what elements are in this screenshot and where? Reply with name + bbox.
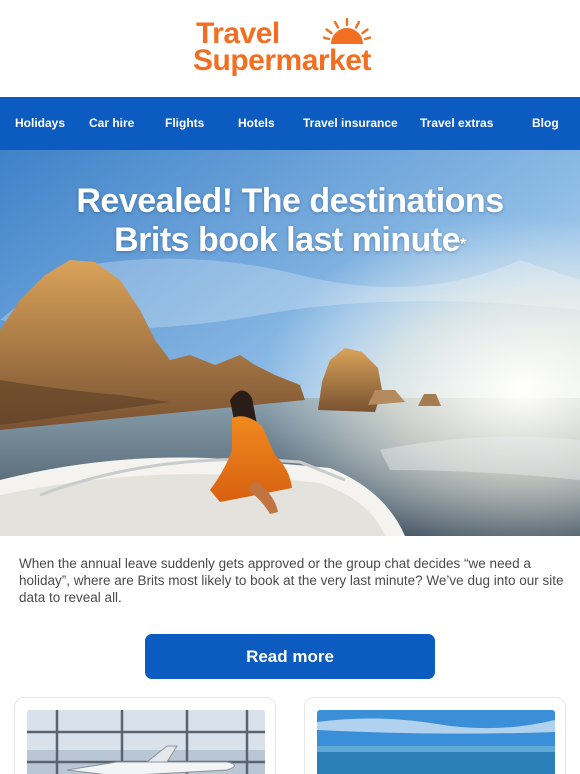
- airport-image: [27, 710, 265, 774]
- logo-text-supermarket: Supermarket: [193, 44, 371, 77]
- hero-title: Revealed! The destinations Brits book la…: [0, 182, 580, 260]
- travelsupermarket-logo[interactable]: Travel Supermarket: [193, 18, 388, 78]
- nav-hotels[interactable]: Hotels: [238, 97, 275, 150]
- article-card-airport[interactable]: [14, 697, 276, 774]
- coast-image: [317, 710, 555, 774]
- hero-title-line-2-text: Brits book last minute: [114, 221, 461, 259]
- hero-banner[interactable]: Revealed! The destinations Brits book la…: [0, 150, 580, 536]
- sun-icon: [323, 18, 371, 44]
- nav-flights[interactable]: Flights: [165, 97, 204, 150]
- read-more-button[interactable]: Read more: [145, 634, 435, 679]
- nav-car-hire[interactable]: Car hire: [89, 97, 134, 150]
- hero-title-line-1: Revealed! The destinations: [76, 182, 504, 220]
- intro-paragraph: When the annual leave suddenly gets appr…: [19, 556, 564, 605]
- nav-blog[interactable]: Blog: [532, 97, 559, 150]
- hero-title-line-2: Brits book last minute*: [0, 221, 580, 260]
- email-header: Travel Supermarket: [0, 0, 580, 97]
- nav-travel-insurance[interactable]: Travel insurance: [303, 97, 398, 150]
- article-card-coast[interactable]: [304, 697, 566, 774]
- nav-travel-extras[interactable]: Travel extras: [420, 97, 493, 150]
- main-navigation: Holidays Car hire Flights Hotels Travel …: [0, 97, 580, 150]
- footnote-asterisk: *: [460, 236, 466, 253]
- nav-holidays[interactable]: Holidays: [15, 97, 65, 150]
